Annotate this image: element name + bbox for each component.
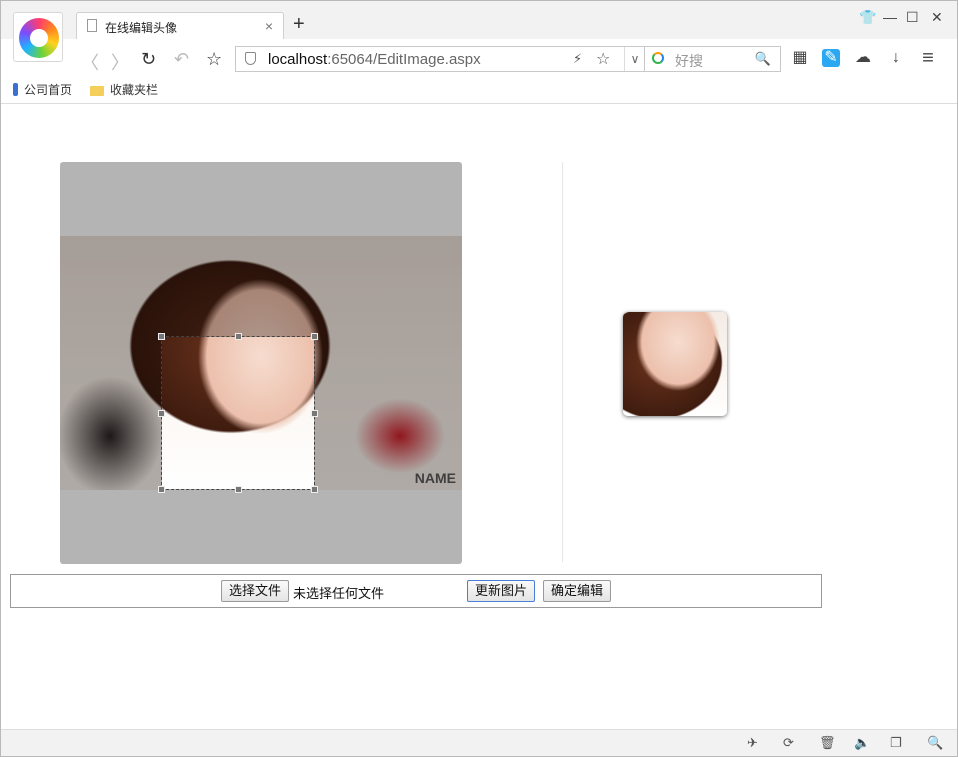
avatar-preview <box>623 312 727 416</box>
file-status-label: 未选择任何文件 <box>293 586 385 601</box>
status-bar <box>1 729 957 756</box>
search-engine-icon <box>652 52 664 64</box>
crop-selection[interactable] <box>161 336 315 490</box>
bolt-icon[interactable]: ⚡ <box>573 51 582 67</box>
choose-file-button[interactable]: 选择文件 <box>221 580 290 602</box>
tab-close-icon[interactable]: × <box>265 18 273 34</box>
shield-icon <box>245 52 256 65</box>
close-window-icon[interactable]: ✕ <box>931 9 943 26</box>
browser-window: 在线编辑头像 × + 👕 — ☐ ✕ 〈 〉 ↻ ↶ ☆ localhost:6… <box>0 0 958 757</box>
maximize-icon[interactable]: ☐ <box>906 9 919 26</box>
zoom-icon[interactable]: 🔍 <box>927 735 943 751</box>
pin-icon[interactable]: ✈ <box>747 735 758 751</box>
search-input[interactable]: 好搜 <box>675 51 703 71</box>
apps-icon[interactable]: ▦ <box>791 49 809 67</box>
reload-icon[interactable]: ↻ <box>141 49 156 70</box>
minimize-icon[interactable]: — <box>883 9 897 25</box>
crop-handle-w[interactable] <box>158 410 165 417</box>
new-tab-icon[interactable]: + <box>293 14 305 34</box>
download-icon[interactable]: ↓ <box>887 49 905 67</box>
search-box[interactable]: 好搜 🔍 <box>645 46 781 72</box>
undo-close-icon[interactable]: ↶ <box>174 49 189 70</box>
sound-icon[interactable]: 🔈 <box>854 735 870 751</box>
trash-icon[interactable]: 🗑 <box>819 735 836 751</box>
search-icon[interactable]: 🔍 <box>755 51 771 67</box>
tab-title: 在线编辑头像 <box>105 21 178 35</box>
crop-handle-n[interactable] <box>235 333 242 340</box>
folder-icon <box>90 86 104 96</box>
menu-icon[interactable]: ≡ <box>919 48 937 68</box>
crop-stage[interactable]: NAME <box>60 162 462 564</box>
cloud-icon[interactable]: ☁ <box>854 49 872 67</box>
selection-photo <box>162 337 314 489</box>
browser-logo-icon[interactable] <box>13 12 63 62</box>
crop-handle-e[interactable] <box>311 410 318 417</box>
skin-icon[interactable]: 👕 <box>859 9 876 26</box>
bookmark-company-home[interactable]: 公司首页 <box>13 81 72 98</box>
url-text: localhost:65064/EditImage.aspx <box>268 51 481 68</box>
bookmark-favorites-folder[interactable]: 收藏夹栏 <box>90 81 158 98</box>
favorite-icon[interactable]: ☆ <box>206 49 222 70</box>
confirm-edit-button[interactable]: 确定编辑 <box>543 580 612 602</box>
address-bar[interactable]: localhost:65064/EditImage.aspx ⚡ ☆ ∨ <box>235 46 645 72</box>
page-icon <box>87 19 97 32</box>
crop-handle-nw[interactable] <box>158 333 165 340</box>
crop-handle-se[interactable] <box>311 486 318 493</box>
star-icon[interactable]: ☆ <box>596 49 610 69</box>
notes-icon[interactable]: ✎ <box>822 49 840 67</box>
upload-form <box>10 574 822 608</box>
update-image-button[interactable]: 更新图片 <box>467 580 536 602</box>
window-icon[interactable]: ❐ <box>890 735 902 751</box>
chevron-down-icon[interactable]: ∨ <box>624 47 645 71</box>
tab-edit-avatar[interactable]: 在线编辑头像 × <box>76 12 284 40</box>
forward-icon[interactable]: 〉 <box>111 49 129 75</box>
crop-handle-s[interactable] <box>235 486 242 493</box>
crop-handle-sw[interactable] <box>158 486 165 493</box>
back-icon[interactable]: 〈 <box>81 49 99 75</box>
bookmark-icon <box>13 83 18 96</box>
crop-handle-ne[interactable] <box>311 333 318 340</box>
speed-icon[interactable]: ⟳ <box>783 735 794 751</box>
panel-divider <box>562 162 563 562</box>
